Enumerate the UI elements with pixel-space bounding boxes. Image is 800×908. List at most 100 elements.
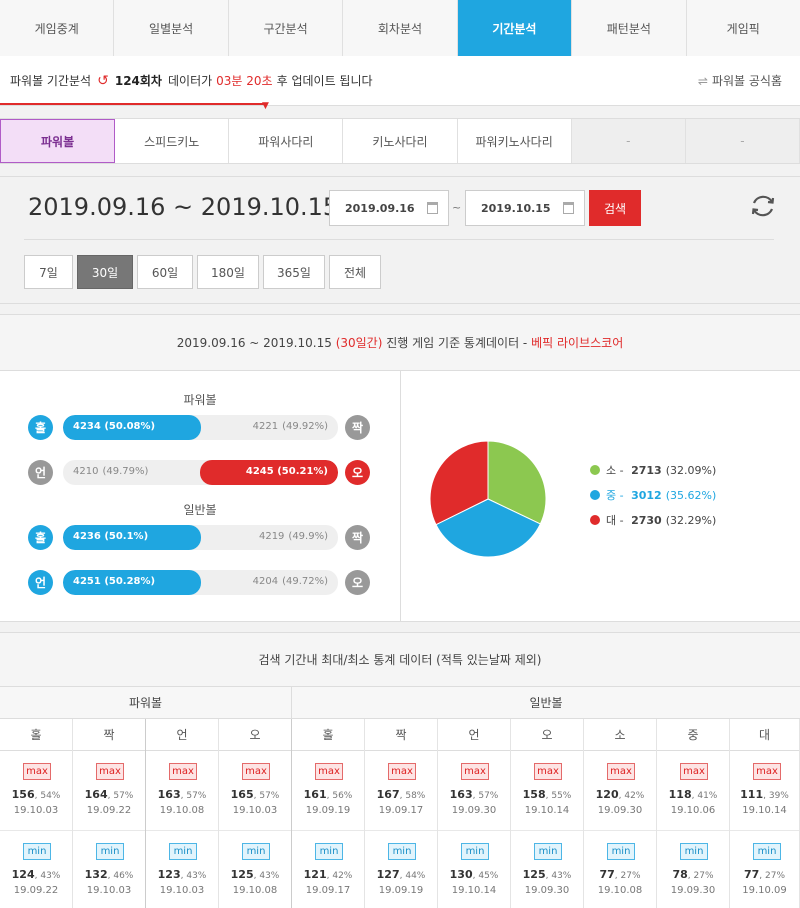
min-count: 77 — [599, 868, 615, 881]
period-30d-button[interactable]: 30일 — [77, 255, 133, 289]
legend-pct-medium: (35.62%) — [665, 488, 717, 502]
stats-panel: 2019.09.16 ~ 2019.10.15 (30일간) 진행 게임 기준 … — [0, 314, 800, 622]
column-header: 짝 — [365, 719, 437, 751]
clock-icon: ↺ — [97, 72, 109, 89]
period-all-button[interactable]: 전체 — [329, 255, 381, 289]
max-cell: max 164, 57% 19.09.22 — [73, 751, 145, 831]
min-cell: min 78, 27% 19.09.30 — [657, 831, 729, 908]
countdown-timer: 03분 20초 — [216, 74, 273, 88]
date-filter: 2019.09.16 ~ 2019.10.15 2019.09.16 ~ 201… — [0, 176, 800, 304]
min-value: 121, 42% — [303, 868, 353, 881]
column-header: 대 — [730, 719, 799, 751]
max-value: 156, 54% — [11, 788, 61, 801]
stats-text: 진행 게임 기준 통계데이터 - — [386, 336, 528, 350]
max-count: 163 — [157, 788, 181, 801]
legend-pct-small: (32.09%) — [665, 463, 717, 477]
period-365d-button[interactable]: 365일 — [263, 255, 325, 289]
max-value: 158, 55% — [522, 788, 572, 801]
minmax-column: 언 max 163, 57% 19.09.30 min 130, 45% 19.10.14 — [438, 719, 511, 908]
min-value: 77, 27% — [743, 868, 786, 881]
divider — [24, 239, 774, 240]
calendar-icon[interactable] — [563, 202, 574, 214]
divider — [400, 371, 401, 621]
max-cell: max 167, 58% 19.09.17 — [365, 751, 437, 831]
tab-round[interactable]: 회차분석 — [343, 0, 458, 56]
min-count: 123 — [157, 868, 181, 881]
update-notice: 파워볼 기간분석 ↺ 124회차 데이터가 03분 20초 후 업데이트 됩니다… — [0, 56, 800, 111]
min-value: 77, 27% — [599, 868, 641, 881]
tab-live[interactable]: 게임중계 — [0, 0, 115, 56]
left-outcome-icon: 홀 — [28, 525, 53, 550]
max-date: 19.10.08 — [159, 805, 205, 816]
min-percent: 46% — [113, 871, 134, 881]
min-date: 19.10.08 — [232, 885, 278, 896]
group-normalball: 일반볼 — [292, 687, 800, 719]
game-tab-keno-ladder[interactable]: 키노사다리 — [343, 119, 458, 163]
period-60d-button[interactable]: 60일 — [137, 255, 193, 289]
min-badge: min — [23, 843, 51, 860]
minmax-column: 오 max 165, 57% 19.10.03 min 125, 43% 19.10.08 — [219, 719, 292, 908]
stat-bar-row: 언 4251 (50.28%) 4204 (49.72%) 오 — [28, 570, 373, 598]
max-date: 19.10.14 — [524, 805, 570, 816]
legend-dot-medium — [590, 490, 600, 500]
min-date: 19.10.09 — [742, 885, 787, 896]
left-count-value: 4251 (50.28%) — [73, 576, 156, 587]
minmax-column: 소 max 120, 42% 19.09.30 min 77, 27% 19.10.08 — [584, 719, 657, 908]
calendar-icon[interactable] — [427, 202, 438, 214]
period-7d-button[interactable]: 7일 — [24, 255, 73, 289]
progress-marker-icon: ▼ — [262, 101, 269, 111]
tab-pick[interactable]: 게임픽 — [686, 0, 800, 56]
game-tab-speedkeno[interactable]: 스피드키노 — [115, 119, 230, 163]
min-percent: 43% — [40, 871, 61, 881]
tab-daily[interactable]: 일별분석 — [114, 0, 229, 56]
min-count: 78 — [672, 868, 688, 881]
column-header: 소 — [584, 719, 656, 751]
search-button[interactable]: 검색 — [589, 190, 641, 226]
max-value: 111, 39% — [740, 788, 789, 801]
official-home-link[interactable]: ⇌ 파워볼 공식홈 — [698, 72, 782, 89]
refresh-icon[interactable] — [748, 191, 778, 221]
max-count: 111 — [740, 788, 764, 801]
tab-section[interactable]: 구간분석 — [228, 0, 344, 56]
right-count-value: 4204 — [252, 576, 279, 587]
start-date-value: 2019.09.16 — [345, 201, 415, 215]
column-header: 홀 — [0, 719, 72, 751]
start-date-input[interactable]: 2019.09.16 — [329, 190, 449, 226]
min-badge: min — [388, 843, 416, 860]
left-count: 4236 (50.1%) — [73, 531, 148, 542]
min-cell: min 77, 27% 19.10.08 — [584, 831, 656, 908]
column-header: 언 — [146, 719, 218, 751]
stats-range: 2019.09.16 ~ 2019.10.15 — [176, 335, 332, 350]
legend-value-small: 2713 — [631, 463, 662, 477]
max-count: 120 — [595, 788, 619, 801]
max-badge: max — [388, 763, 416, 780]
min-date: 19.09.22 — [13, 885, 59, 896]
min-value: 78, 27% — [672, 868, 714, 881]
left-count-value: 4210 — [73, 466, 99, 477]
right-count: 4221 (49.92%) — [253, 421, 328, 432]
minmax-table: 검색 기간내 최대/최소 통계 데이터 (적특 있는날짜 제외) 파워볼 일반볼… — [0, 632, 800, 908]
max-date: 19.10.06 — [670, 805, 716, 816]
column-header: 짝 — [73, 719, 145, 751]
min-percent: 44% — [405, 871, 426, 881]
tab-period[interactable]: 기간분석 — [457, 0, 573, 56]
left-count-value: 4236 (50.1%) — [73, 531, 149, 542]
left-count-pct: (49.79%) — [102, 466, 149, 477]
legend-dot-large — [590, 515, 600, 525]
end-date-input[interactable]: 2019.10.15 — [465, 190, 585, 226]
min-date: 19.10.03 — [159, 885, 205, 896]
game-tab-power-ladder[interactable]: 파워사다리 — [229, 119, 344, 163]
max-value: 163, 57% — [157, 788, 207, 801]
game-tab-powerball[interactable]: 파워볼 — [0, 119, 116, 163]
legend-pct-large: (32.29%) — [665, 513, 717, 527]
tab-pattern[interactable]: 패턴분석 — [572, 0, 687, 56]
min-value: 123, 43% — [157, 868, 207, 881]
max-value: 164, 57% — [84, 788, 134, 801]
minmax-column: 짝 max 167, 58% 19.09.17 min 127, 44% 19.09.19 — [365, 719, 438, 908]
min-percent: 43% — [551, 871, 572, 881]
max-cell: max 163, 57% 19.09.30 — [438, 751, 510, 831]
max-percent: 58% — [405, 791, 426, 801]
period-180d-button[interactable]: 180일 — [197, 255, 259, 289]
ratio-bar: 4251 (50.28%) 4204 (49.72%) — [63, 570, 338, 595]
game-tab-powerkeno-ladder[interactable]: 파워키노사다리 — [458, 119, 572, 163]
